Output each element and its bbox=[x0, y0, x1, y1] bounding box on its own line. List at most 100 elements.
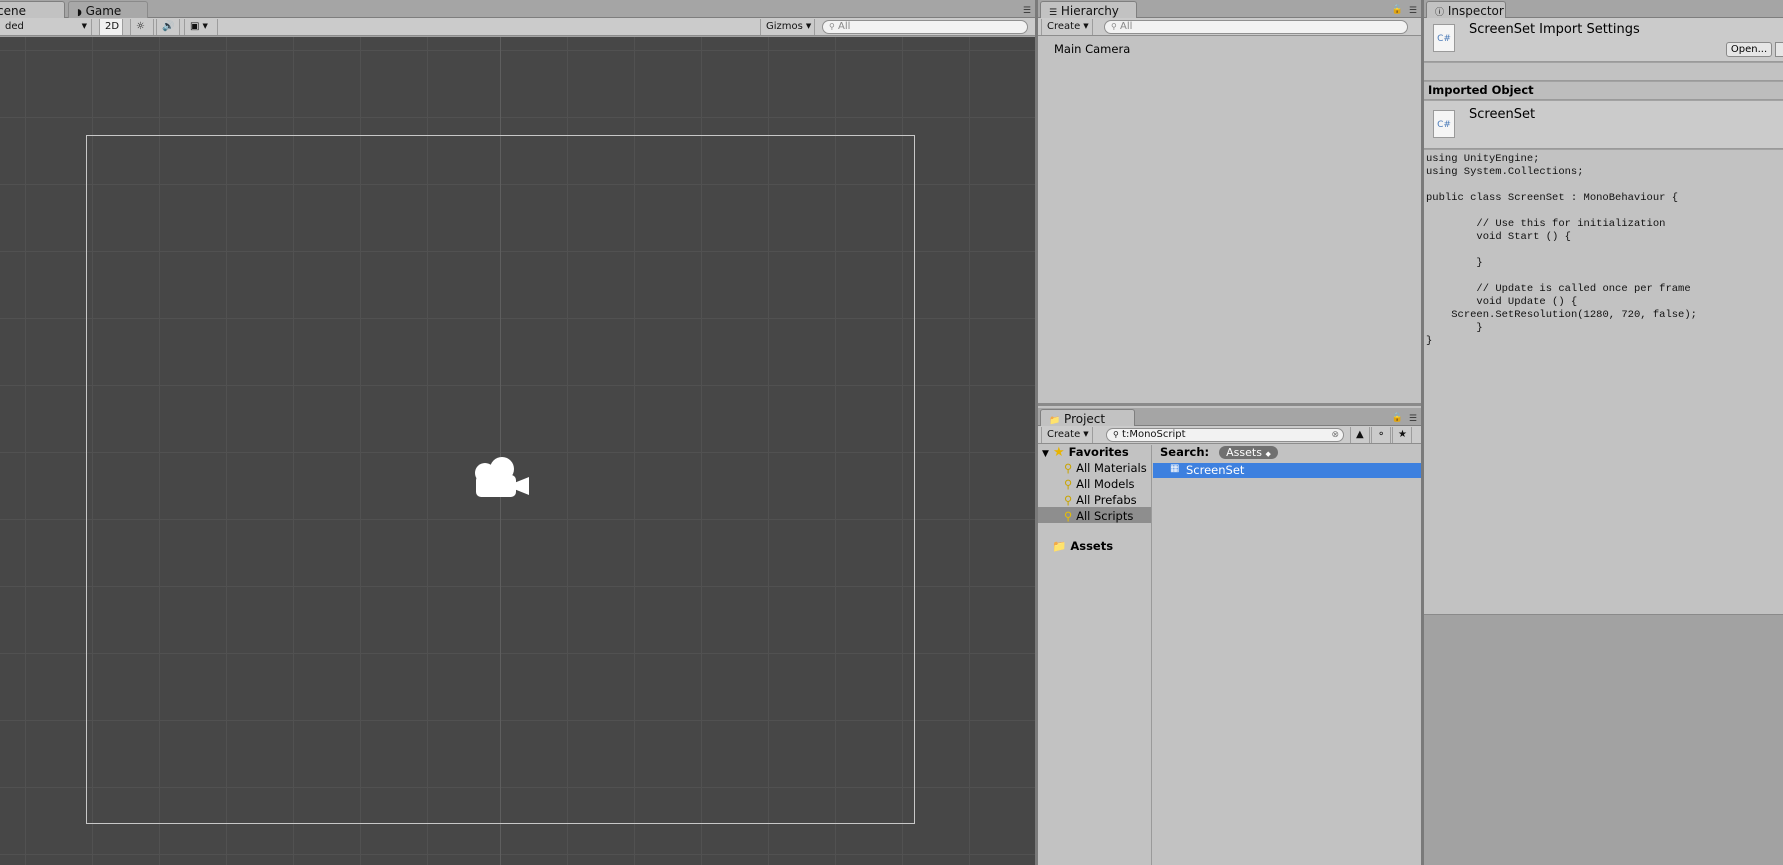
assets-folder[interactable]: 📁 Assets bbox=[1052, 539, 1113, 553]
favorite-all-materials[interactable]: ⚲ All Materials bbox=[1064, 461, 1147, 475]
favorite-all-prefabs[interactable]: ⚲ All Prefabs bbox=[1064, 493, 1137, 507]
inspector-tab-label: Inspector bbox=[1447, 4, 1504, 18]
hierarchy-create-dropdown[interactable]: Create ▼ bbox=[1041, 19, 1093, 35]
scene-tab-label: cene bbox=[0, 4, 26, 18]
hierarchy-tabbar: ☰ Hierarchy 🔒 ☰ bbox=[1038, 0, 1421, 18]
scene-viewport[interactable] bbox=[0, 37, 1035, 865]
favorite-all-models[interactable]: ⚲ All Models bbox=[1064, 477, 1135, 491]
2d-toggle-button[interactable]: 2D bbox=[99, 19, 123, 35]
project-search-input[interactable]: ⚲ t:MonoScript ⊗ bbox=[1106, 428, 1344, 442]
result-row-screenset[interactable]: ▦ ScreenSet bbox=[1153, 463, 1421, 478]
folder-icon: 📁 bbox=[1049, 416, 1061, 426]
filter-by-label-button[interactable]: ⚬ bbox=[1371, 427, 1391, 443]
csharp-file-icon: ▦ bbox=[1170, 463, 1180, 474]
gizmos-label: Gizmos bbox=[766, 21, 803, 32]
search-scope-value: Assets bbox=[1226, 446, 1262, 459]
scene-search-input[interactable]: ⚲ All bbox=[822, 20, 1028, 34]
search-icon: ⚲ bbox=[829, 22, 835, 31]
favorites-header[interactable]: ▼ ★ Favorites bbox=[1042, 445, 1129, 460]
star-icon: ★ bbox=[1398, 429, 1407, 440]
project-tabbar: 📁 Project 🔒 ☰ bbox=[1038, 408, 1421, 426]
favorite-label: All Scripts bbox=[1076, 509, 1134, 523]
inspector-header: C# ScreenSet Import Settings Open... bbox=[1424, 18, 1783, 62]
filter-by-type-button[interactable]: ▲ bbox=[1350, 427, 1370, 443]
favorite-label: All Materials bbox=[1076, 461, 1147, 475]
scene-grid bbox=[0, 37, 1035, 865]
project-tab-label: Project bbox=[1064, 412, 1106, 426]
search-scope-bar: Search: Assets ◆ bbox=[1160, 445, 1278, 459]
search-scope-pill[interactable]: Assets ◆ bbox=[1219, 446, 1278, 459]
scene-tabbar: cene ◗ Game ☰ bbox=[0, 0, 1035, 18]
code-preview-text: using UnityEngine; using System.Collecti… bbox=[1426, 153, 1697, 347]
hierarchy-item-label: Main Camera bbox=[1054, 42, 1131, 56]
shading-mode-dropdown[interactable]: ded ▼ bbox=[0, 19, 92, 35]
open-button-label: Open... bbox=[1730, 44, 1768, 55]
search-icon: ⚲ bbox=[1064, 493, 1073, 507]
inspector-header-title: ScreenSet Import Settings bbox=[1469, 22, 1640, 37]
tag-icon: ⚬ bbox=[1377, 429, 1386, 440]
csharp-icon-label: C# bbox=[1437, 34, 1451, 44]
expand-arrow-icon: ▼ bbox=[1042, 449, 1049, 459]
sun-icon: ☼ bbox=[136, 21, 145, 32]
scene-toolbar: ded ▼ 2D ☼ 🔊 ▣ ▼ Gizmos ▼ ⚲ All bbox=[0, 18, 1035, 36]
favorites-label: Favorites bbox=[1068, 445, 1129, 459]
lock-icon[interactable]: 🔒 bbox=[1392, 413, 1403, 423]
star-icon: ★ bbox=[1052, 445, 1065, 460]
project-tree: ▼ ★ Favorites ⚲ All Materials ⚲ All Mode… bbox=[1038, 445, 1152, 865]
panel-menu-icon[interactable]: ☰ bbox=[1409, 414, 1417, 424]
favorite-label: All Prefabs bbox=[1076, 493, 1137, 507]
search-icon: ⚲ bbox=[1064, 461, 1073, 475]
tab-project[interactable]: 📁 Project bbox=[1040, 409, 1135, 426]
hierarchy-item-main-camera[interactable]: Main Camera bbox=[1054, 42, 1130, 56]
favorite-all-scripts[interactable]: ⚲ All Scripts bbox=[1064, 509, 1133, 523]
csharp-file-icon: C# bbox=[1433, 110, 1455, 138]
clear-search-icon[interactable]: ⊗ bbox=[1331, 429, 1339, 441]
tab-scene[interactable]: cene bbox=[0, 1, 65, 18]
save-search-button[interactable]: ★ bbox=[1392, 427, 1412, 443]
chevron-down-icon: ▼ bbox=[1083, 430, 1089, 438]
lock-icon[interactable]: 🔒 bbox=[1392, 5, 1403, 15]
image-icon: ▣ bbox=[190, 21, 200, 32]
assets-folder-label: Assets bbox=[1070, 539, 1114, 553]
2d-label: 2D bbox=[105, 21, 120, 32]
info-icon: ⓘ bbox=[1435, 8, 1445, 18]
chevron-down-icon: ▼ bbox=[202, 22, 208, 30]
effects-dropdown[interactable]: ▣ ▼ bbox=[184, 19, 218, 35]
inspector-spacer bbox=[1424, 63, 1783, 81]
search-icon: ⚲ bbox=[1064, 509, 1073, 523]
section-title-text: Imported Object bbox=[1428, 83, 1534, 97]
project-toolbar: Create ▼ ⚲ t:MonoScript ⊗ ▲ ⚬ ★ bbox=[1038, 426, 1421, 444]
panel-menu-icon[interactable]: ☰ bbox=[1409, 6, 1417, 16]
tab-inspector[interactable]: ⓘ Inspector bbox=[1426, 1, 1506, 18]
open-button[interactable]: Open... bbox=[1726, 42, 1772, 57]
gizmos-dropdown[interactable]: Gizmos ▼ bbox=[760, 19, 815, 35]
hierarchy-search-input[interactable]: ⚲ All bbox=[1104, 20, 1408, 34]
imported-object-section-header: Imported Object bbox=[1424, 82, 1783, 100]
folder-icon: 📁 bbox=[1052, 539, 1067, 553]
imported-object-row: C# ScreenSet bbox=[1424, 101, 1783, 149]
camera-icon bbox=[475, 457, 529, 497]
result-label: ScreenSet bbox=[1186, 463, 1245, 477]
tab-game[interactable]: ◗ Game bbox=[68, 1, 148, 18]
project-search-value: t:MonoScript bbox=[1122, 429, 1186, 440]
object-name-text: ScreenSet bbox=[1469, 107, 1536, 122]
pacman-icon: ◗ bbox=[77, 8, 82, 18]
project-create-dropdown[interactable]: Create ▼ bbox=[1041, 427, 1093, 443]
audio-toggle-button[interactable]: 🔊 bbox=[156, 19, 180, 35]
search-icon: ⚲ bbox=[1113, 430, 1119, 439]
settings-button[interactable] bbox=[1775, 42, 1783, 57]
csharp-icon-label: C# bbox=[1437, 120, 1451, 130]
create-label: Create bbox=[1047, 429, 1081, 440]
speaker-icon: 🔊 bbox=[162, 21, 175, 32]
hierarchy-tab-label: Hierarchy bbox=[1060, 4, 1119, 18]
hierarchy-toolbar: Create ▼ ⚲ All bbox=[1038, 18, 1421, 36]
scene-search-placeholder: All bbox=[838, 21, 851, 32]
csharp-file-icon: C# bbox=[1433, 24, 1455, 52]
header-title-text: ScreenSet Import Settings bbox=[1469, 22, 1640, 37]
lighting-toggle-button[interactable]: ☼ bbox=[130, 19, 154, 35]
search-icon: ⚲ bbox=[1111, 22, 1117, 31]
list-icon: ☰ bbox=[1049, 8, 1058, 18]
panel-menu-icon[interactable]: ☰ bbox=[1023, 6, 1031, 16]
tab-hierarchy[interactable]: ☰ Hierarchy bbox=[1040, 1, 1137, 18]
inspector-tabbar: ⓘ Inspector bbox=[1424, 0, 1783, 18]
